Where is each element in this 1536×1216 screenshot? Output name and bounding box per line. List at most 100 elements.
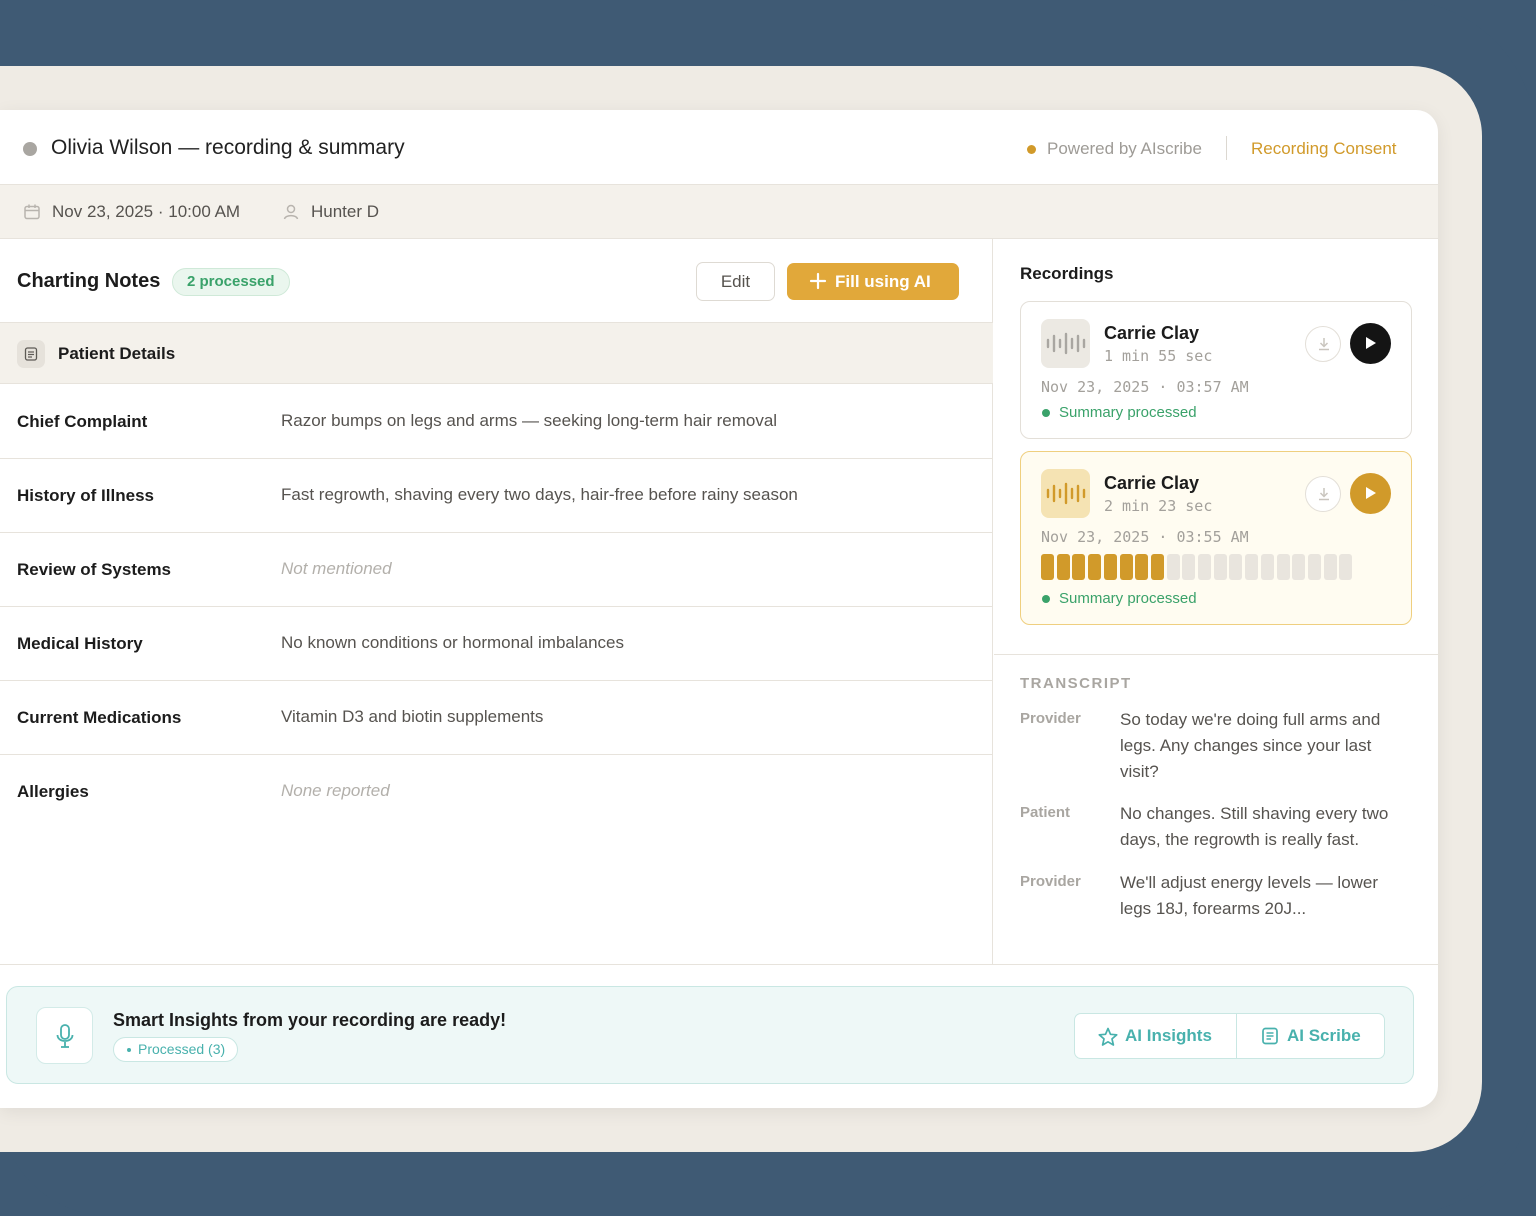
transcript-speaker: Provider [1020, 710, 1081, 727]
edit-button[interactable]: Edit [696, 262, 775, 301]
transcript-text: So today we're doing full arms and legs.… [1120, 710, 1381, 781]
waveform-segment [1198, 554, 1211, 580]
field-row-medical-history: Medical History No known conditions or h… [0, 607, 993, 681]
recording-card-active[interactable]: Carrie Clay 2 min 23 sec Nov 23, 2025 · … [1020, 451, 1412, 625]
play-button[interactable] [1350, 323, 1391, 364]
field-label: Review of Systems [17, 560, 172, 579]
waveform-segment [1151, 554, 1164, 580]
waveform-icon [1041, 319, 1090, 368]
waveform-segment [1041, 554, 1054, 580]
footer-divider [0, 964, 1438, 965]
charting-notes-title: Charting Notes [17, 270, 161, 292]
patient-details-title: Patient Details [58, 344, 176, 363]
field-value[interactable]: Razor bumps on legs and arms — seeking l… [281, 411, 777, 431]
recordings-panel: Recordings Carrie Clay 1 min 55 sec Nov … [994, 239, 1438, 965]
plus-icon [809, 272, 827, 290]
document-icon [17, 340, 45, 368]
ai-insights-label: AI Insights [1125, 1026, 1212, 1045]
ai-scribe-button[interactable]: AI Scribe [1237, 1014, 1385, 1058]
notes-icon [1262, 1027, 1278, 1045]
transcript-text: We'll adjust energy levels — lower legs … [1120, 873, 1379, 918]
user-icon [283, 204, 299, 220]
field-value[interactable]: Vitamin D3 and biotin supplements [281, 707, 543, 727]
field-value[interactable]: No known conditions or hormonal imbalanc… [281, 633, 624, 653]
field-row-allergies: Allergies None reported [0, 755, 993, 829]
waveform-segment [1104, 554, 1117, 580]
field-value[interactable]: Fast regrowth, shaving every two days, h… [281, 485, 798, 505]
card-header: Olivia Wilson — recording & summary Powe… [0, 110, 1438, 185]
powered-dot [1027, 145, 1036, 154]
processed-count-chip: Processed (3) [113, 1037, 239, 1062]
recording-name: Carrie Clay [1104, 323, 1200, 343]
field-row-review-of-systems: Review of Systems Not mentioned [0, 533, 993, 607]
waveform-segment [1277, 554, 1290, 580]
star-icon [1098, 1027, 1118, 1046]
field-value[interactable]: None reported [281, 781, 390, 801]
field-label: History of Illness [17, 486, 154, 505]
waveform-segment [1120, 554, 1133, 580]
download-button[interactable] [1305, 326, 1341, 362]
waveform-segment [1088, 554, 1101, 580]
recording-summary-card: Olivia Wilson — recording & summary Powe… [0, 110, 1438, 1108]
calendar-icon [24, 204, 40, 220]
fill-using-ai-label: Fill using AI [835, 272, 931, 291]
recording-duration: 2 min 23 sec [1104, 497, 1213, 515]
waveform-segment [1261, 554, 1274, 580]
playback-progress-waveform[interactable] [1041, 554, 1361, 580]
provider-name: Hunter D [311, 202, 380, 221]
charting-notes-panel: Charting Notes 2 processed Edit Fill usi… [0, 239, 993, 965]
download-icon [1319, 338, 1329, 351]
waveform-segment [1324, 554, 1337, 580]
download-button[interactable] [1305, 476, 1341, 512]
waveform-segment [1229, 554, 1242, 580]
waveform-segment [1245, 554, 1258, 580]
recording-card[interactable]: Carrie Clay 1 min 55 sec Nov 23, 2025 · … [1020, 301, 1412, 439]
waveform-segment [1057, 554, 1070, 580]
transcript-divider [994, 654, 1438, 655]
transcript-speaker: Patient [1020, 804, 1071, 821]
waveform-segment [1072, 554, 1085, 580]
waveform-icon [1041, 469, 1090, 518]
summary-status: Summary processed [1041, 590, 1197, 607]
page-title: Olivia Wilson — recording & summary [51, 136, 405, 159]
fill-using-ai-button[interactable]: Fill using AI [787, 263, 959, 300]
recordings-title: Recordings [1020, 264, 1114, 283]
play-icon [1366, 337, 1376, 349]
appointment-datetime: Nov 23, 2025 · 10:00 AM [52, 202, 241, 221]
field-row-history-of-illness: History of Illness Fast regrowth, shavin… [0, 459, 993, 533]
recording-date: Nov 23, 2025 · 03:57 AM [1041, 378, 1249, 396]
recording-date: Nov 23, 2025 · 03:55 AM [1041, 528, 1249, 546]
appointment-meta-bar: Nov 23, 2025 · 10:00 AM Hunter D [0, 185, 1438, 239]
waveform-segment [1167, 554, 1180, 580]
summary-status: Summary processed [1041, 404, 1197, 421]
download-icon [1319, 488, 1329, 501]
smart-insights-banner: Smart Insights from your recording are r… [6, 986, 1414, 1084]
status-dot [23, 142, 37, 156]
waveform-segment [1135, 554, 1148, 580]
insights-ready-title: Smart Insights from your recording are r… [113, 1010, 507, 1030]
play-button[interactable] [1350, 473, 1391, 514]
field-label: Chief Complaint [17, 412, 148, 431]
waveform-segment [1214, 554, 1227, 580]
play-icon [1366, 487, 1376, 499]
field-label: Current Medications [17, 708, 182, 727]
ai-tools-segmented-control: AI Insights AI Scribe [1074, 1013, 1385, 1059]
transcript-speaker: Provider [1020, 873, 1081, 890]
recording-name: Carrie Clay [1104, 473, 1200, 493]
microphone-icon [36, 1007, 93, 1064]
field-label: Allergies [17, 782, 89, 801]
field-value[interactable]: Not mentioned [281, 559, 392, 579]
waveform-segment [1339, 554, 1352, 580]
recording-consent-link[interactable]: Recording Consent [1251, 139, 1397, 159]
transcript-title: TRANSCRIPT [1020, 675, 1132, 692]
field-row-current-medications: Current Medications Vitamin D3 and bioti… [0, 681, 993, 755]
recording-duration: 1 min 55 sec [1104, 347, 1213, 365]
powered-by-label: Powered by AIscribe [1047, 139, 1202, 158]
ai-scribe-label: AI Scribe [1287, 1026, 1361, 1045]
waveform-segment [1292, 554, 1305, 580]
header-divider [1226, 136, 1227, 160]
ai-insights-button[interactable]: AI Insights [1075, 1014, 1236, 1058]
waveform-segment [1308, 554, 1321, 580]
waveform-segment [1182, 554, 1195, 580]
patient-details-section-header: Patient Details [0, 322, 993, 384]
